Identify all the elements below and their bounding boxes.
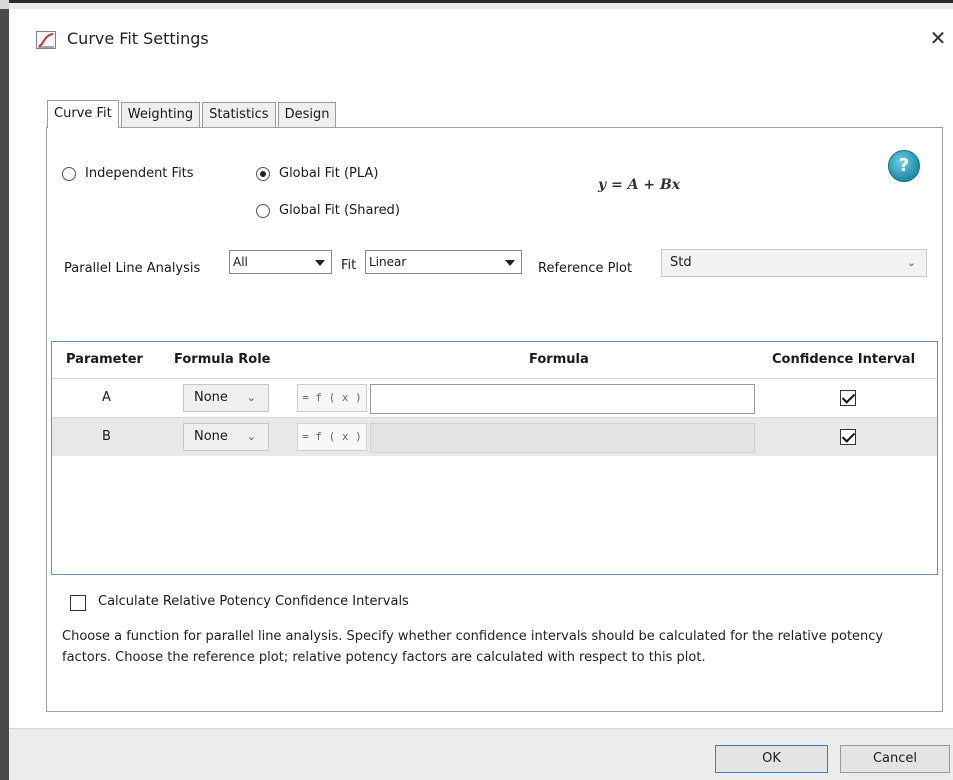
formula-role-dropdown[interactable]: None ⌄ bbox=[183, 384, 269, 412]
radio-circle-selected[interactable] bbox=[256, 166, 270, 181]
formula-editor-button[interactable]: = f ( x ) bbox=[297, 384, 367, 412]
reference-plot-label: Reference Plot bbox=[538, 261, 633, 276]
formula-role-value: None bbox=[194, 390, 228, 405]
relative-potency-checkbox[interactable] bbox=[70, 595, 86, 611]
dropdown-arrow-icon bbox=[505, 260, 515, 266]
tab-curve-fit[interactable]: Curve Fit bbox=[47, 100, 119, 128]
header-formula-role: Formula Role bbox=[174, 352, 271, 367]
background-left-edge bbox=[0, 0, 9, 780]
radio-label: Global Fit (Shared) bbox=[279, 203, 400, 218]
table-row: A None ⌄ = f ( x ) bbox=[52, 378, 937, 417]
formula-role-dropdown[interactable]: None ⌄ bbox=[183, 423, 269, 451]
pla-label: Parallel Line Analysis bbox=[64, 261, 201, 276]
radio-label: Independent Fits bbox=[85, 166, 194, 181]
window-title: Curve Fit Settings bbox=[67, 29, 209, 48]
chevron-down-icon: ⌄ bbox=[906, 256, 916, 269]
chevron-down-icon: ⌄ bbox=[246, 391, 256, 404]
table-row: B None ⌄ = f ( x ) bbox=[52, 417, 937, 456]
pla-dropdown-value: All bbox=[233, 255, 248, 269]
tab-weighting[interactable]: Weighting bbox=[120, 102, 201, 128]
parameter-grid: Parameter Formula Role Formula Confidenc… bbox=[51, 341, 938, 575]
fit-dropdown[interactable]: Linear bbox=[365, 250, 522, 274]
curve-chart-icon bbox=[36, 31, 56, 49]
formula-input[interactable] bbox=[370, 384, 755, 414]
tab-design[interactable]: Design bbox=[277, 102, 337, 128]
radio-independent-fits[interactable]: Independent Fits bbox=[62, 166, 194, 181]
header-formula: Formula bbox=[529, 352, 589, 367]
relative-potency-label: Calculate Relative Potency Confidence In… bbox=[98, 594, 409, 609]
confidence-interval-checkbox[interactable] bbox=[840, 429, 856, 445]
reference-plot-dropdown[interactable]: Std ⌄ bbox=[661, 249, 927, 277]
fit-dropdown-value: Linear bbox=[369, 255, 407, 269]
parameter-name: A bbox=[102, 390, 111, 405]
help-description: Choose a function for parallel line anal… bbox=[62, 629, 884, 665]
formula-editor-button[interactable]: = f ( x ) bbox=[297, 423, 367, 451]
header-parameter: Parameter bbox=[66, 352, 143, 367]
radio-global-fit-shared[interactable]: Global Fit (Shared) bbox=[256, 203, 400, 218]
chevron-down-icon: ⌄ bbox=[246, 430, 256, 443]
radio-label: Global Fit (PLA) bbox=[279, 166, 379, 181]
pla-dropdown[interactable]: All bbox=[229, 250, 332, 274]
formula-role-value: None bbox=[194, 429, 228, 444]
reference-plot-value: Std bbox=[670, 255, 692, 270]
cancel-button[interactable]: Cancel bbox=[840, 745, 950, 773]
fit-label: Fit bbox=[341, 258, 357, 273]
radio-global-fit-pla[interactable]: Global Fit (PLA) bbox=[256, 166, 378, 181]
radio-circle[interactable] bbox=[62, 166, 76, 181]
radio-circle[interactable] bbox=[256, 203, 270, 218]
background-top-strip bbox=[0, 0, 953, 9]
tab-strip: Curve Fit Weighting Statistics Design bbox=[47, 100, 338, 128]
header-confidence-interval: Confidence Interval bbox=[772, 352, 916, 367]
title-bar: Curve Fit Settings ✕ bbox=[9, 9, 953, 67]
parameter-name: B bbox=[102, 429, 111, 444]
dropdown-arrow-icon bbox=[315, 260, 325, 266]
help-icon[interactable]: ? bbox=[888, 150, 920, 182]
tab-statistics[interactable]: Statistics bbox=[202, 102, 276, 128]
confidence-interval-checkbox[interactable] bbox=[840, 390, 856, 406]
close-icon[interactable]: ✕ bbox=[925, 26, 951, 50]
formula-input[interactable] bbox=[370, 423, 755, 453]
model-equation: y = A + Bx bbox=[598, 177, 681, 193]
grid-header: Parameter Formula Role Formula Confidenc… bbox=[52, 342, 937, 378]
ok-button[interactable]: OK bbox=[715, 745, 828, 773]
